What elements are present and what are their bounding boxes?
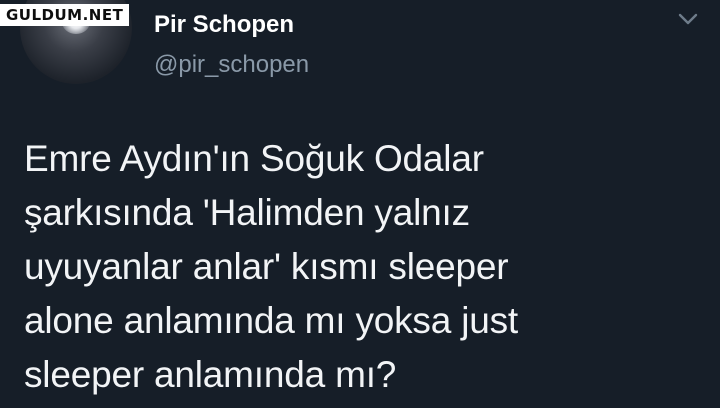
chevron-down-icon[interactable] [676, 10, 700, 30]
tweet-text: Emre Aydın'ın Soğuk Odalar şarkısında 'H… [24, 132, 684, 402]
tweet-text-line: Emre Aydın'ın Soğuk Odalar [24, 138, 484, 179]
tweet-text-line: alone anlamında mı yoksa just [24, 300, 518, 341]
tweet-text-line: sleeper anlamında mı? [24, 354, 397, 395]
tweet-text-line: şarkısında 'Halimden yalnız [24, 192, 470, 233]
chevron-down-icon-svg [678, 13, 698, 25]
author-handle[interactable]: @pir_schopen [154, 50, 309, 80]
author-name[interactable]: Pir Schopen [154, 10, 294, 40]
tweet-card: GULDUM.NET Pir Schopen @pir_schopen Emre… [0, 0, 720, 408]
watermark: GULDUM.NET [0, 4, 130, 26]
tweet-text-line: uyuyanlar anlar' kısmı sleeper [24, 246, 509, 287]
